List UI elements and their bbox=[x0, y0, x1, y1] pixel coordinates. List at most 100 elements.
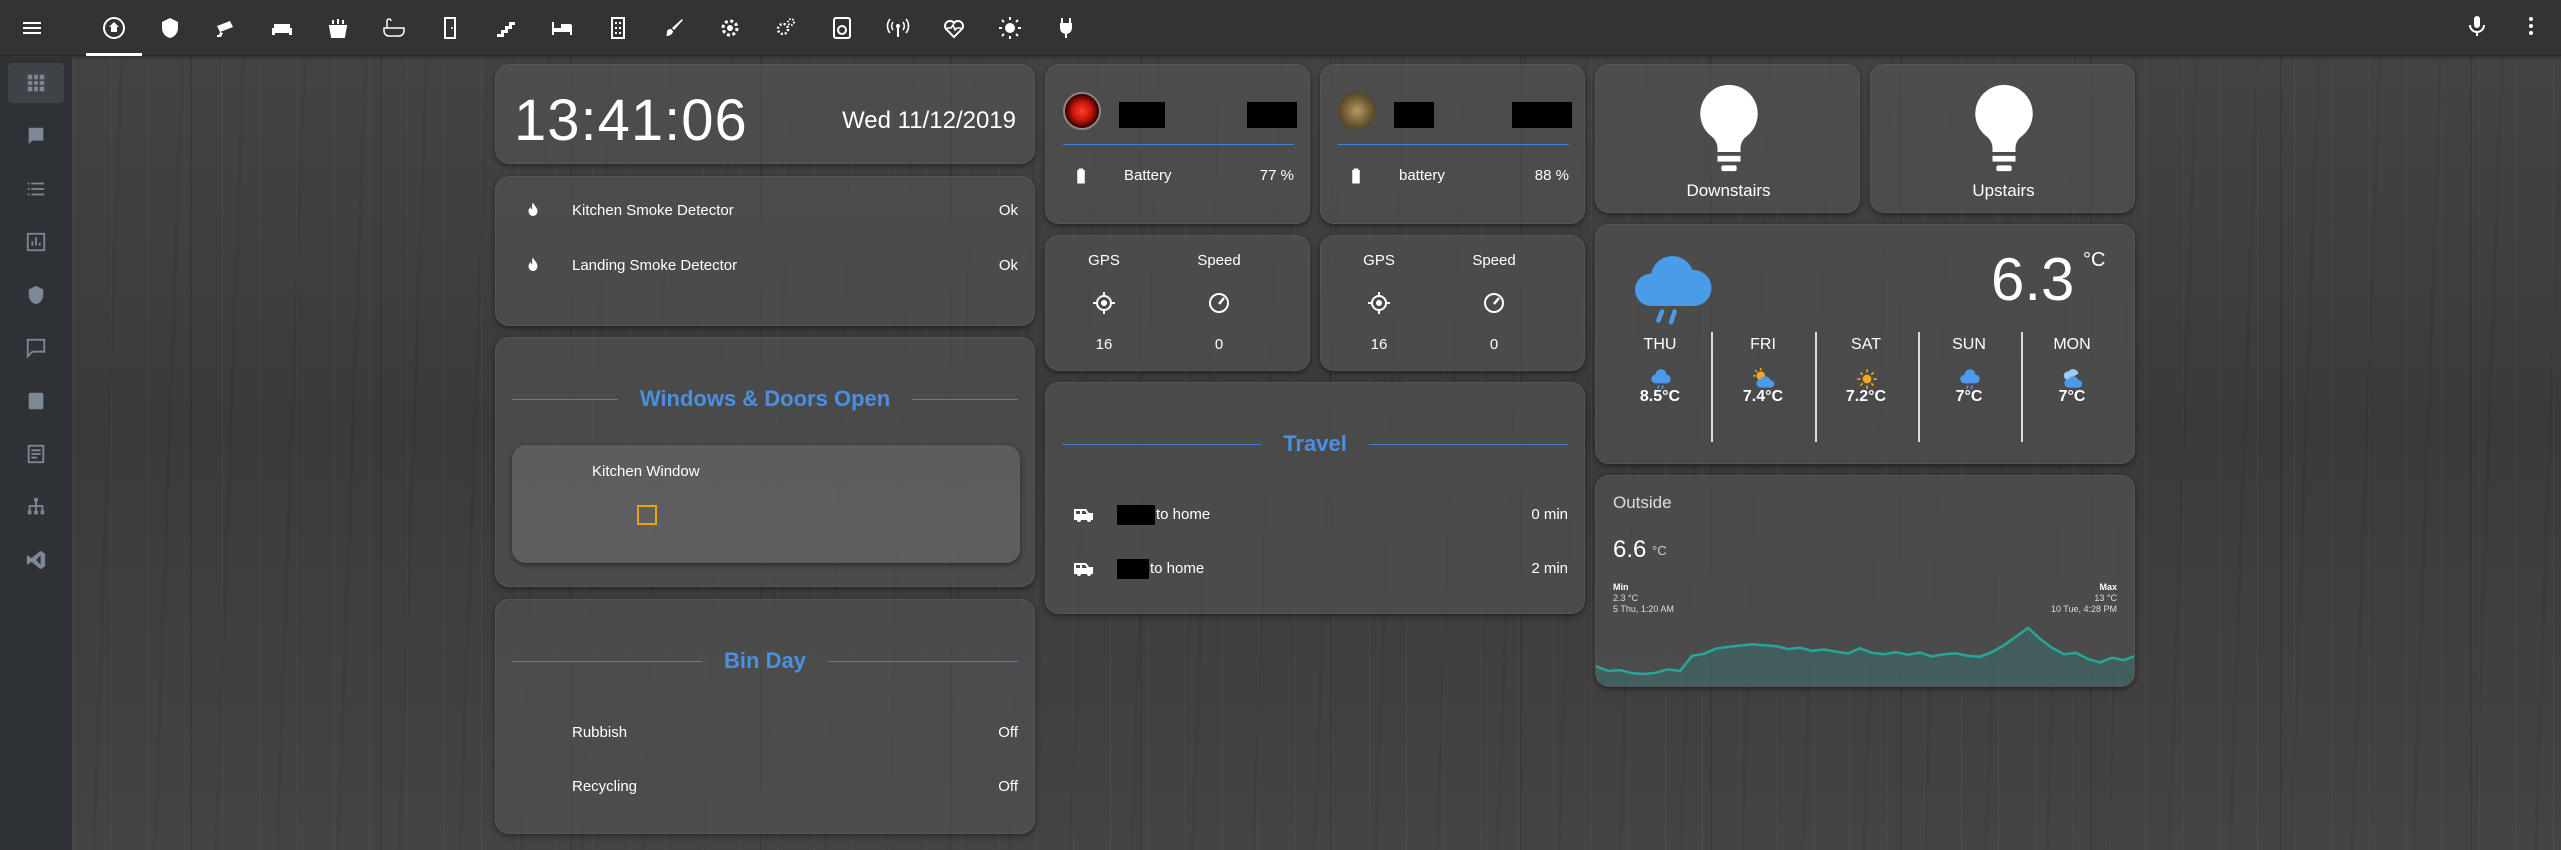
redacted-name bbox=[1117, 505, 1155, 525]
chat-icon[interactable] bbox=[8, 328, 64, 368]
smoke-row-landing[interactable]: Landing Smoke Detector Ok bbox=[496, 250, 1036, 280]
stove-icon[interactable] bbox=[310, 0, 366, 56]
bin-row-recycling[interactable]: Recycling Off bbox=[496, 771, 1036, 801]
router-wireless-icon[interactable] bbox=[870, 0, 926, 56]
sparkline-point bbox=[1799, 647, 1801, 649]
overview-icon[interactable] bbox=[8, 63, 64, 103]
windows-doors-card: Windows & Doors Open Kitchen Window bbox=[495, 337, 1035, 587]
sparkline-point bbox=[2075, 652, 2077, 654]
battery-icon bbox=[1077, 168, 1085, 184]
sparkline-point bbox=[1715, 647, 1717, 650]
battery-label: battery bbox=[1399, 167, 1445, 184]
weather-unit: °C bbox=[2083, 249, 2106, 271]
rain-icon bbox=[1960, 369, 1980, 390]
more-vert-icon[interactable] bbox=[2519, 14, 2543, 43]
sparkline-point bbox=[1811, 650, 1813, 652]
cloudy-icon bbox=[2063, 369, 2083, 388]
sparkline-point bbox=[1727, 646, 1729, 648]
sparkline-point bbox=[1895, 651, 1897, 653]
sparkline-point bbox=[1643, 673, 1645, 675]
brush-icon[interactable] bbox=[646, 0, 702, 56]
sparkline-point bbox=[1991, 651, 1993, 653]
office-building-icon[interactable] bbox=[590, 0, 646, 56]
crosshairs-gps-icon bbox=[1368, 292, 1390, 314]
speed-value: 0 bbox=[1214, 336, 1224, 353]
travel-row-value: 0 min bbox=[1531, 505, 1568, 523]
speedometer-icon bbox=[1484, 293, 1504, 313]
settings-icon[interactable] bbox=[702, 0, 758, 56]
sparkline-point bbox=[1967, 655, 1969, 657]
temperature-sparkline bbox=[1596, 626, 2134, 686]
weather-card[interactable]: 6.3 °C THU 8.5°C FRI 7.4°C SAT 7.2°C SUN… bbox=[1595, 224, 2135, 464]
header-actions bbox=[2465, 0, 2543, 56]
shield-home-icon[interactable] bbox=[142, 0, 198, 56]
car-icon bbox=[1074, 509, 1093, 522]
washing-machine-icon[interactable] bbox=[814, 0, 870, 56]
cctv-icon[interactable] bbox=[198, 0, 254, 56]
stairs-icon[interactable] bbox=[478, 0, 534, 56]
sparkline-point bbox=[1619, 669, 1621, 671]
divider-line bbox=[1062, 443, 1262, 445]
door-icon[interactable] bbox=[422, 0, 478, 56]
gps-label: GPS bbox=[1088, 252, 1120, 269]
divider-line bbox=[512, 398, 618, 400]
forecast-day-name: SUN bbox=[1952, 336, 1986, 353]
travel-row[interactable]: to home 0 min bbox=[1046, 499, 1586, 529]
logbook-icon[interactable] bbox=[8, 116, 64, 156]
lightbulb-icon bbox=[1975, 84, 2033, 172]
travel-row[interactable]: to home 2 min bbox=[1046, 553, 1586, 583]
notes-icon[interactable] bbox=[8, 434, 64, 474]
person1-avatar bbox=[1063, 92, 1101, 130]
sparkline-point bbox=[1919, 651, 1921, 654]
power-plug-icon[interactable] bbox=[1038, 0, 1094, 56]
sparkline-point bbox=[1787, 648, 1789, 650]
history-icon[interactable] bbox=[8, 222, 64, 262]
sparkline-point bbox=[1835, 650, 1837, 653]
shield-icon[interactable] bbox=[8, 275, 64, 315]
forecast-day: SUN 7°C bbox=[1919, 336, 2019, 406]
sparkline-point bbox=[1679, 670, 1681, 672]
divider-line bbox=[827, 660, 1019, 662]
sparkline-point bbox=[1775, 645, 1777, 647]
sparkline-point bbox=[1907, 653, 1909, 656]
sitemap-icon[interactable] bbox=[8, 487, 64, 527]
home-icon[interactable] bbox=[86, 0, 142, 56]
sparkline-point bbox=[1751, 643, 1753, 646]
weather-sunny-icon[interactable] bbox=[982, 0, 1038, 56]
bed-icon[interactable] bbox=[534, 0, 590, 56]
smoke-row-label: Kitchen Smoke Detector bbox=[572, 201, 734, 219]
forecast-day-name: THU bbox=[1643, 336, 1677, 353]
microphone-icon[interactable] bbox=[2465, 14, 2489, 43]
forecast-day: FRI 7.4°C bbox=[1713, 336, 1813, 406]
outside-unit: °C bbox=[1652, 543, 1667, 558]
list-icon[interactable] bbox=[8, 169, 64, 209]
partly-sunny-icon bbox=[1753, 368, 1775, 388]
sparkline-point bbox=[1703, 653, 1705, 655]
gps-label: GPS bbox=[1363, 252, 1395, 269]
outside-temperature-card[interactable]: Outside 6.6 °C Min 2.3 °C 5 Thu, 1:20 AM… bbox=[1595, 475, 2135, 687]
sparkline-point bbox=[1667, 668, 1669, 671]
divider-line bbox=[1368, 443, 1569, 445]
smoke-row-kitchen[interactable]: Kitchen Smoke Detector Ok bbox=[496, 195, 1036, 225]
settings-cogs-icon[interactable] bbox=[758, 0, 814, 56]
redacted-name bbox=[1117, 559, 1149, 579]
kitchen-window-tile[interactable]: Kitchen Window bbox=[512, 445, 1020, 563]
travel-title: Travel bbox=[1283, 431, 1347, 456]
max-label: Max bbox=[2099, 582, 2117, 592]
bin-row-rubbish[interactable]: Rubbish Off bbox=[496, 717, 1036, 747]
heart-pulse-icon[interactable] bbox=[926, 0, 982, 56]
redacted-name bbox=[1119, 102, 1165, 128]
light-downstairs[interactable]: Downstairs bbox=[1595, 64, 1860, 213]
sidebar bbox=[0, 57, 72, 850]
currency-icon[interactable] bbox=[8, 381, 64, 421]
bathtub-icon[interactable] bbox=[366, 0, 422, 56]
divider-line bbox=[912, 398, 1019, 400]
light-upstairs[interactable]: Upstairs bbox=[1870, 64, 2135, 213]
menu-icon[interactable] bbox=[16, 12, 48, 44]
smoke-row-label: Landing Smoke Detector bbox=[572, 256, 738, 274]
code-icon[interactable] bbox=[8, 540, 64, 580]
sparkline-point bbox=[1607, 670, 1609, 672]
sofa-icon[interactable] bbox=[254, 0, 310, 56]
sparkline-point bbox=[1823, 648, 1825, 651]
travel-card: Travel to home 0 min to home 2 min bbox=[1045, 382, 1585, 614]
